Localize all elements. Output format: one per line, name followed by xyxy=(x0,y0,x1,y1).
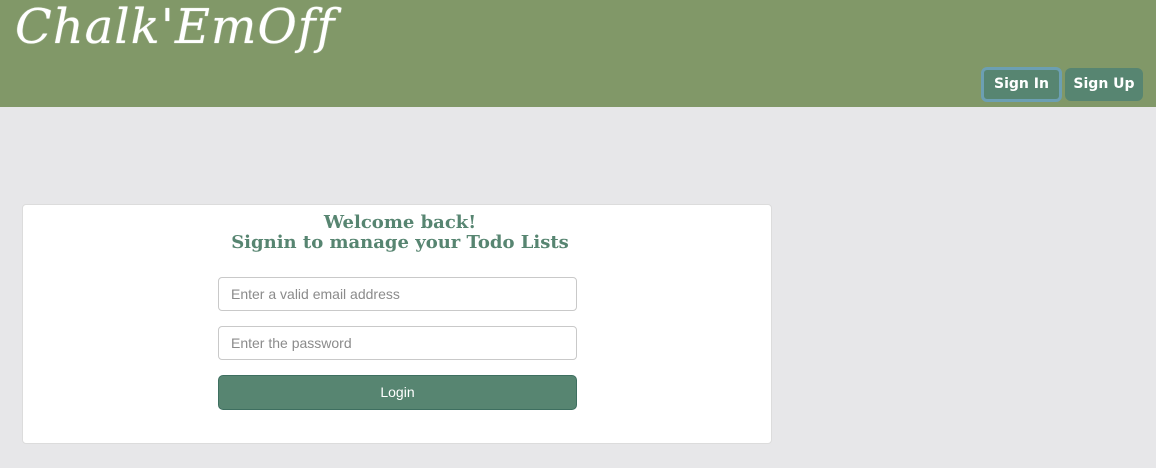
welcome-subtitle: Signin to manage your Todo Lists xyxy=(231,232,569,253)
brand-logo[interactable]: Chalk'EmOff xyxy=(15,0,335,54)
header: Chalk'EmOff Sign In Sign Up xyxy=(0,0,1156,107)
welcome-title: Welcome back! xyxy=(323,212,477,233)
sign-up-button[interactable]: Sign Up xyxy=(1065,68,1143,101)
login-card: Welcome back! Signin to manage your Todo… xyxy=(22,204,772,444)
email-field[interactable] xyxy=(218,277,577,311)
login-button[interactable]: Login xyxy=(218,375,577,410)
sign-in-button[interactable]: Sign In xyxy=(981,67,1062,102)
password-field[interactable] xyxy=(218,326,577,360)
